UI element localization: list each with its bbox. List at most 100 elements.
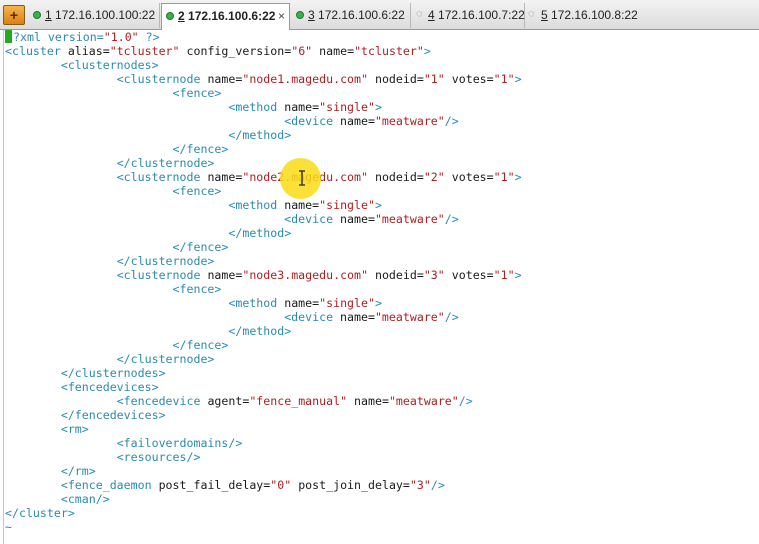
code-token: </clusternode> — [116, 254, 215, 268]
code-token: /> — [444, 310, 459, 324]
editor-buffer[interactable]: ?xml version="1.0" ?> <cluster alias="tcl… — [5, 30, 522, 534]
editor-line: <resources/> — [5, 450, 522, 464]
editor-line: </method> — [5, 128, 522, 142]
tab-session-2[interactable]: 2 172.16.100.6:22 × — [161, 3, 290, 30]
tab-label: 5 172.16.100.8:22 — [541, 3, 638, 28]
code-token: name= — [312, 44, 355, 58]
tab-label: 2 172.16.100.6:22 — [178, 4, 275, 29]
new-session-button[interactable]: + — [3, 5, 25, 25]
editor-line: <fence> — [5, 282, 522, 296]
code-token: </method> — [228, 324, 292, 338]
code-token: nodeid= — [367, 170, 424, 184]
tab-session-5[interactable]: ◌ 5 172.16.100.8:22 — [526, 3, 644, 28]
disconnected-status-icon: ◌ — [528, 8, 535, 20]
editor-line: </clusternode> — [5, 156, 522, 170]
code-token: name= — [284, 100, 320, 114]
editor-line: <cluster alias="tcluster" config_version… — [5, 44, 522, 58]
code-token: <method — [228, 296, 285, 310]
code-token: "6" — [291, 44, 313, 58]
code-token: name= — [340, 114, 375, 128]
code-token: name= — [340, 310, 375, 324]
editor-line: <device name="meatware"/> — [5, 212, 522, 226]
code-token: > — [374, 296, 382, 310]
editor-line: <fence> — [5, 86, 522, 100]
code-token: alias= — [67, 44, 110, 58]
code-token: "node1.magedu.com" — [242, 72, 368, 86]
code-token: "1" — [493, 72, 515, 86]
editor-line: </clusternodes> — [5, 366, 522, 380]
code-token: </clusternode> — [116, 156, 215, 170]
plus-icon: + — [9, 7, 19, 23]
connected-status-icon — [166, 12, 174, 20]
code-token: <clusternode — [116, 170, 208, 184]
code-token: <fence> — [172, 86, 222, 100]
code-token: ?> — [138, 30, 160, 44]
editor-line: </method> — [5, 226, 522, 240]
terminal-view[interactable]: ?xml version="1.0" ?> <cluster alias="tcl… — [0, 30, 759, 544]
disconnected-status-icon: ◌ — [416, 8, 423, 20]
code-token: nodeid= — [367, 268, 424, 282]
code-token: name= — [347, 394, 389, 408]
tab-number: 5 — [541, 8, 548, 22]
tab-host: 172.16.100.8:22 — [551, 8, 638, 22]
editor-line: <method name="single"> — [5, 198, 522, 212]
code-token: votes= — [444, 268, 494, 282]
close-tab-icon[interactable]: × — [278, 4, 285, 29]
code-token: > — [514, 170, 522, 184]
code-token: </method> — [228, 128, 292, 142]
connected-status-icon — [33, 11, 41, 19]
code-token: "1" — [423, 72, 445, 86]
editor-line: ~ — [5, 520, 522, 534]
editor-line: </fence> — [5, 142, 522, 156]
code-token: agent= — [207, 394, 250, 408]
code-token: <device — [284, 114, 341, 128]
editor-line: </rm> — [5, 464, 522, 478]
code-token: <failoverdomains/> — [116, 436, 243, 450]
code-token: post_join_delay= — [291, 478, 410, 492]
editor-line: <device name="meatware"/> — [5, 114, 522, 128]
code-token: </clusternodes> — [60, 366, 166, 380]
code-token: name= — [340, 212, 375, 226]
code-token: name= — [284, 296, 320, 310]
tab-label: 1 172.16.100.100:22 — [45, 3, 155, 28]
code-token: "0" — [270, 478, 292, 492]
editor-line: </fence> — [5, 240, 522, 254]
editor-line: <fence> — [5, 184, 522, 198]
tab-number: 2 — [178, 9, 185, 23]
code-token: "tcluster" — [354, 44, 424, 58]
code-token: "2" — [423, 170, 445, 184]
code-token: votes= — [444, 170, 494, 184]
tab-number: 1 — [45, 8, 52, 22]
tab-session-1[interactable]: 1 172.16.100.100:22 — [29, 3, 160, 28]
code-token: <device — [284, 310, 341, 324]
tab-session-4[interactable]: ◌ 4 172.16.100.7:22 — [412, 3, 525, 28]
code-token: <clusternode — [116, 72, 208, 86]
connected-status-icon — [296, 11, 304, 19]
tab-host: 172.16.100.6:22 — [188, 9, 276, 23]
editor-line: </clusternode> — [5, 352, 522, 366]
editor-line: <failoverdomains/> — [5, 436, 522, 450]
code-token: /> — [458, 394, 473, 408]
editor-line: </fencedevices> — [5, 408, 522, 422]
code-token: <method — [228, 198, 285, 212]
tab-session-3[interactable]: 3 172.16.100.6:22 — [291, 3, 411, 28]
code-token: "3" — [423, 268, 445, 282]
code-token: </rm> — [60, 464, 96, 478]
code-token: /> — [430, 478, 445, 492]
